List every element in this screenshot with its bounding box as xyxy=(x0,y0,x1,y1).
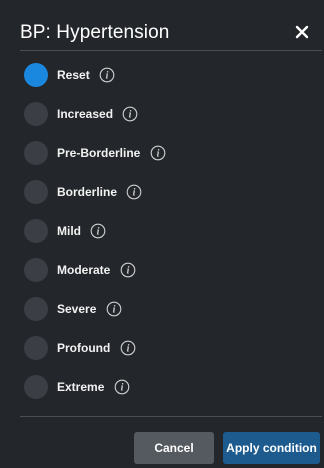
option-label-wrap: Reset i xyxy=(57,67,115,84)
svg-text:i: i xyxy=(97,227,100,238)
svg-text:i: i xyxy=(156,149,159,160)
option-label: Mild xyxy=(57,224,81,239)
radio-button[interactable] xyxy=(24,180,48,204)
option-label-wrap: Extreme i xyxy=(57,379,130,396)
option-label-wrap: Mild i xyxy=(57,223,106,240)
option-label: Profound xyxy=(57,341,111,356)
option-label: Borderline xyxy=(57,185,118,200)
option-increased[interactable]: Increased i xyxy=(0,100,324,134)
radio-button[interactable] xyxy=(24,63,48,87)
radio-button[interactable] xyxy=(24,336,48,360)
option-severe[interactable]: Severe i xyxy=(0,295,324,329)
option-label-wrap: Increased i xyxy=(57,106,138,123)
radio-button[interactable] xyxy=(24,219,48,243)
option-label: Severe xyxy=(57,302,97,317)
option-profound[interactable]: Profound i xyxy=(0,334,324,368)
header-divider xyxy=(20,50,322,51)
radio-button[interactable] xyxy=(24,375,48,399)
svg-text:i: i xyxy=(129,110,132,121)
option-label: Increased xyxy=(57,107,114,122)
option-reset[interactable]: Reset i xyxy=(0,61,324,95)
info-icon[interactable]: i xyxy=(114,379,130,395)
info-icon[interactable]: i xyxy=(122,106,138,122)
dialog-title: BP: Hypertension xyxy=(20,22,170,43)
cancel-button[interactable]: Cancel xyxy=(134,432,214,464)
option-label: Extreme xyxy=(57,380,105,395)
option-label-wrap: Pre-Borderline i xyxy=(57,145,166,162)
condition-dialog: BP: Hypertension Reset i Increased i Pre… xyxy=(0,0,324,468)
option-label: Pre-Borderline xyxy=(57,146,141,161)
option-label-wrap: Severe i xyxy=(57,301,122,318)
info-icon[interactable]: i xyxy=(150,145,166,161)
radio-button[interactable] xyxy=(24,102,48,126)
option-label: Reset xyxy=(57,68,90,83)
info-icon[interactable]: i xyxy=(120,340,136,356)
option-extreme[interactable]: Extreme i xyxy=(0,373,324,407)
radio-button[interactable] xyxy=(24,141,48,165)
option-moderate[interactable]: Moderate i xyxy=(0,256,324,290)
info-icon[interactable]: i xyxy=(126,184,142,200)
dialog-footer: Cancel Apply condition xyxy=(0,430,324,468)
info-icon[interactable]: i xyxy=(106,301,122,317)
info-icon[interactable]: i xyxy=(90,223,106,239)
option-borderline[interactable]: Borderline i xyxy=(0,178,324,212)
dialog-header: BP: Hypertension xyxy=(0,0,324,62)
svg-text:i: i xyxy=(112,305,115,316)
apply-condition-button[interactable]: Apply condition xyxy=(223,432,320,464)
svg-text:i: i xyxy=(126,344,129,355)
option-pre-borderline[interactable]: Pre-Borderline i xyxy=(0,139,324,173)
svg-text:i: i xyxy=(126,266,129,277)
svg-text:i: i xyxy=(133,188,136,199)
option-label: Moderate xyxy=(57,263,111,278)
footer-divider xyxy=(20,416,322,417)
option-label-wrap: Profound i xyxy=(57,340,136,357)
option-label-wrap: Borderline i xyxy=(57,184,142,201)
option-label-wrap: Moderate i xyxy=(57,262,136,279)
svg-text:i: i xyxy=(120,383,123,394)
svg-text:i: i xyxy=(106,71,109,82)
close-button[interactable] xyxy=(290,20,314,44)
info-icon[interactable]: i xyxy=(120,262,136,278)
info-icon[interactable]: i xyxy=(99,67,115,83)
close-icon xyxy=(295,25,309,39)
option-mild[interactable]: Mild i xyxy=(0,217,324,251)
radio-button[interactable] xyxy=(24,258,48,282)
radio-button[interactable] xyxy=(24,297,48,321)
